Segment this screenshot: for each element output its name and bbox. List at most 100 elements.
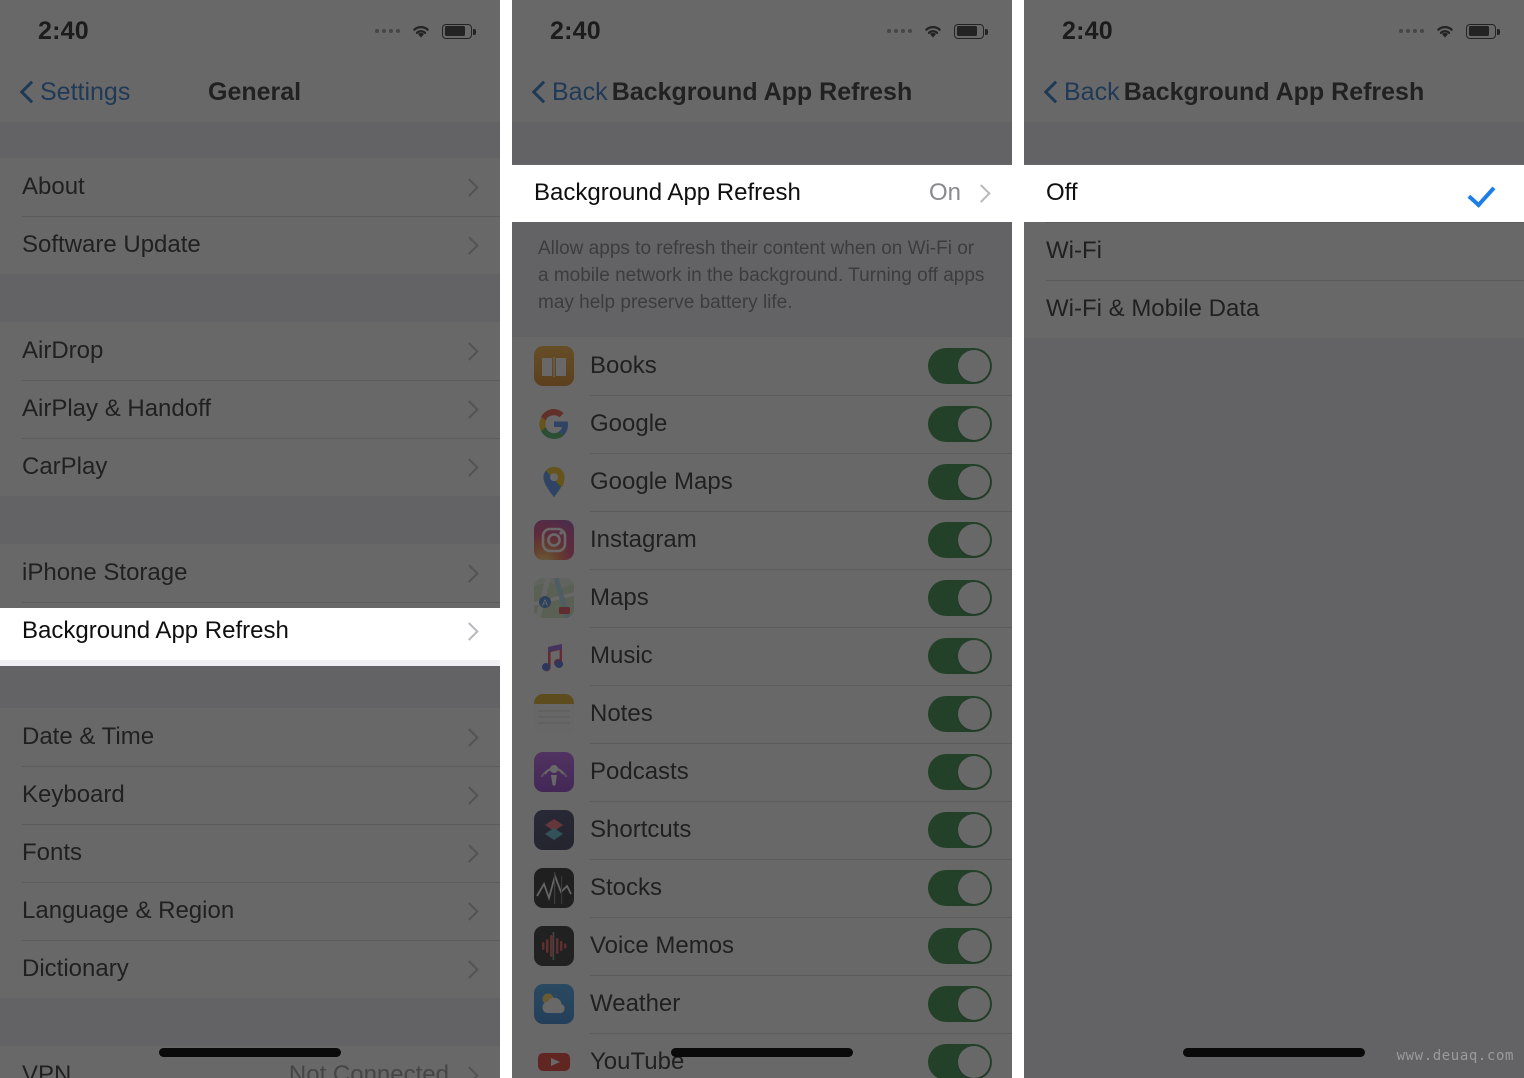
row-label: Google Maps bbox=[590, 467, 733, 495]
back-button[interactable]: Back bbox=[1044, 78, 1120, 107]
list-spacer bbox=[0, 274, 500, 322]
chevron-right-icon bbox=[460, 1065, 479, 1078]
back-button-label: Back bbox=[1064, 77, 1120, 106]
row-value: On bbox=[928, 179, 961, 206]
chevron-right-icon bbox=[460, 177, 479, 197]
list-spacer bbox=[0, 122, 500, 158]
option-item-off[interactable]: Off bbox=[1024, 164, 1524, 222]
list-item[interactable]: Stocks bbox=[512, 858, 1012, 917]
list-item[interactable]: Google bbox=[512, 394, 1012, 453]
list-item[interactable]: Shortcuts bbox=[512, 800, 1012, 859]
signal-dots-icon bbox=[375, 29, 400, 33]
list-item[interactable]: About bbox=[0, 158, 500, 216]
notes-app-icon bbox=[534, 693, 574, 734]
list-spacer bbox=[0, 998, 500, 1046]
option-item-wifi[interactable]: Wi-Fi bbox=[1024, 222, 1524, 280]
app-toggle-group: Books Google Google Maps Instagram A Map… bbox=[512, 336, 1012, 1078]
toggle-switch[interactable] bbox=[928, 985, 992, 1022]
status-indicators bbox=[887, 22, 988, 40]
row-label: AirPlay & Handoff bbox=[22, 395, 211, 422]
row-label: Wi-Fi & Mobile Data bbox=[1046, 295, 1260, 322]
page-title: General bbox=[208, 77, 302, 106]
toggle-switch[interactable] bbox=[928, 637, 992, 674]
list-spacer bbox=[512, 122, 1012, 164]
svg-text:A: A bbox=[542, 598, 548, 608]
toggle-switch[interactable] bbox=[928, 463, 992, 500]
list-item[interactable]: Dictionary bbox=[0, 940, 500, 998]
voice-memos-app-icon bbox=[534, 925, 574, 966]
list-item[interactable]: Fonts bbox=[0, 824, 500, 882]
row-value: Not Connected bbox=[288, 1061, 449, 1078]
list-item[interactable]: Keyboard bbox=[0, 766, 500, 824]
toggle-switch[interactable] bbox=[928, 1043, 992, 1078]
chevron-right-icon bbox=[460, 843, 479, 863]
list-item[interactable]: Podcasts bbox=[512, 742, 1012, 801]
list-item[interactable]: Books bbox=[512, 336, 1012, 395]
status-time: 2:40 bbox=[550, 16, 601, 45]
google-maps-app-icon bbox=[534, 461, 574, 502]
toggle-switch[interactable] bbox=[928, 811, 992, 848]
row-label: Google bbox=[590, 409, 668, 437]
podcasts-app-icon bbox=[534, 751, 574, 792]
row-label: About bbox=[22, 173, 85, 200]
row-label: Stocks bbox=[590, 873, 663, 901]
list-item[interactable]: Software Update bbox=[0, 216, 500, 274]
back-button-settings[interactable]: Settings bbox=[20, 78, 130, 107]
row-label: Language & Region bbox=[22, 897, 235, 924]
list-item[interactable]: Weather bbox=[512, 974, 1012, 1033]
toggle-switch[interactable] bbox=[928, 579, 992, 616]
signal-dots-icon bbox=[1399, 29, 1424, 33]
row-label: Software Update bbox=[22, 231, 201, 258]
status-indicators bbox=[375, 22, 476, 40]
chevron-right-icon bbox=[460, 341, 479, 361]
status-bar: 2:40 bbox=[0, 0, 500, 62]
list-item[interactable]: iPhone Storage bbox=[0, 544, 500, 602]
status-indicators bbox=[1399, 22, 1500, 40]
chevron-left-icon bbox=[1044, 80, 1058, 104]
list-spacer bbox=[0, 660, 500, 708]
row-label: Fonts bbox=[22, 839, 83, 866]
list-item[interactable]: Music bbox=[512, 626, 1012, 685]
toggle-switch[interactable] bbox=[928, 869, 992, 906]
toggle-switch[interactable] bbox=[928, 405, 992, 442]
google-app-icon bbox=[534, 403, 574, 444]
list-item-background-app-refresh-mode[interactable]: Background App Refresh On bbox=[512, 164, 1012, 222]
chevron-right-icon bbox=[460, 457, 479, 477]
row-label: Background App Refresh bbox=[22, 617, 289, 644]
row-label: Music bbox=[590, 641, 653, 669]
three-panel-screenshot: 2:40 Settings General About Software Upd… bbox=[0, 0, 1524, 1078]
list-item[interactable]: AirDrop bbox=[0, 322, 500, 380]
refresh-mode-options: Off Wi-Fi Wi-Fi & Mobile Data bbox=[1024, 164, 1524, 338]
row-label: CarPlay bbox=[22, 453, 108, 480]
list-item[interactable]: A Maps bbox=[512, 568, 1012, 627]
list-item[interactable]: CarPlay bbox=[0, 438, 500, 496]
option-item-wifi-mobile-data[interactable]: Wi-Fi & Mobile Data bbox=[1024, 280, 1524, 338]
toggle-switch[interactable] bbox=[928, 695, 992, 732]
list-item[interactable]: Voice Memos bbox=[512, 916, 1012, 975]
battery-icon bbox=[954, 23, 988, 39]
row-label: Wi-Fi bbox=[1046, 237, 1102, 264]
chevron-right-icon bbox=[460, 901, 479, 921]
settings-group-storage: iPhone Storage Background App Refresh bbox=[0, 544, 500, 660]
toggle-switch[interactable] bbox=[928, 927, 992, 964]
list-item[interactable]: Language & Region bbox=[0, 882, 500, 940]
list-item[interactable]: Date & Time bbox=[0, 708, 500, 766]
chevron-right-icon bbox=[460, 563, 479, 583]
back-button[interactable]: Back bbox=[532, 78, 608, 107]
list-item-background-app-refresh[interactable]: Background App Refresh bbox=[0, 602, 500, 660]
settings-list: About Software Update AirDrop AirPlay & … bbox=[0, 122, 500, 1078]
toggle-switch[interactable] bbox=[928, 753, 992, 790]
panel-background-app-refresh-options: 2:40 Back Background App Refresh Off Wi-… bbox=[1024, 0, 1524, 1078]
list-item[interactable]: Instagram bbox=[512, 510, 1012, 569]
row-label: Instagram bbox=[590, 525, 697, 553]
watermark: www.deuaq.com bbox=[1396, 1048, 1514, 1064]
row-label: VPN bbox=[22, 1061, 72, 1078]
list-item[interactable]: Google Maps bbox=[512, 452, 1012, 511]
toggle-switch[interactable] bbox=[928, 347, 992, 384]
toggle-switch[interactable] bbox=[928, 521, 992, 558]
list-item[interactable]: Notes bbox=[512, 684, 1012, 743]
row-label: Notes bbox=[590, 699, 653, 727]
back-button-label: Settings bbox=[40, 77, 131, 106]
home-indicator bbox=[1183, 1048, 1365, 1057]
list-item[interactable]: AirPlay & Handoff bbox=[0, 380, 500, 438]
